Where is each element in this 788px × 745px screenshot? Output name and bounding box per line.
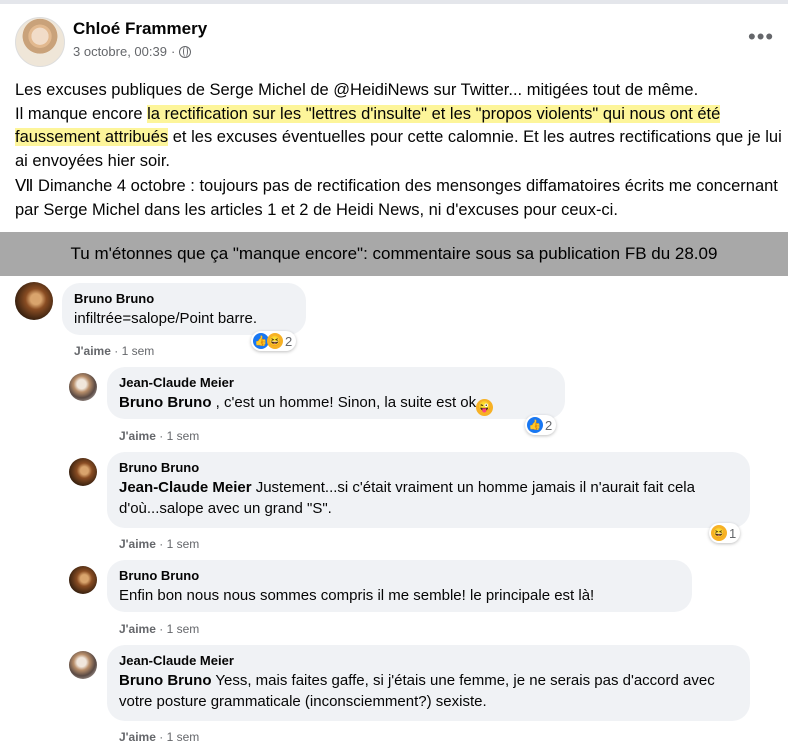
- meta-separator: ·: [170, 44, 176, 59]
- comment-bubble: Jean-Claude Meier Bruno Bruno , c'est un…: [107, 367, 565, 419]
- comment-actions: J'aime · 1 sem: [74, 344, 154, 358]
- reaction-count: 1: [729, 525, 737, 541]
- like-button[interactable]: J'aime: [119, 537, 156, 551]
- comment-actions: J'aime · 1 sem: [119, 730, 199, 744]
- comment-author[interactable]: Bruno Bruno: [119, 460, 738, 475]
- post-author-name[interactable]: Chloé Frammery: [73, 19, 207, 39]
- avatar[interactable]: [69, 566, 97, 594]
- reaction-count: 2: [545, 417, 553, 433]
- avatar[interactable]: [15, 282, 53, 320]
- like-button[interactable]: J'aime: [119, 429, 156, 443]
- comment-author[interactable]: Jean-Claude Meier: [119, 375, 553, 390]
- comment-time[interactable]: 1 sem: [122, 344, 155, 358]
- reaction-summary[interactable]: 👍 😆 2: [251, 331, 297, 351]
- haha-reaction-icon: 😆: [267, 333, 283, 349]
- reaction-count: 2: [285, 333, 293, 349]
- like-button[interactable]: J'aime: [119, 730, 156, 744]
- avatar[interactable]: [69, 373, 97, 401]
- wink-emoji-icon: 😜: [476, 399, 494, 416]
- comment-bubble: Bruno Bruno Enfin bon nous nous sommes c…: [107, 560, 692, 612]
- annotation-banner: Tu m'étonnes que ça "manque encore": com…: [0, 232, 788, 276]
- like-reaction-icon: 👍: [527, 417, 543, 433]
- mention[interactable]: Bruno Bruno: [119, 394, 211, 411]
- haha-reaction-icon: 😆: [711, 525, 727, 541]
- post-body: Les excuses publiques de Serge Michel de…: [15, 79, 785, 173]
- comment-actions: J'aime · 1 sem: [119, 429, 199, 443]
- dot-separator: ·: [159, 622, 164, 636]
- more-options-button[interactable]: •••: [748, 26, 774, 48]
- comment-text: Jean-Claude Meier Justement...si c'était…: [119, 477, 738, 519]
- post-paragraph-1b: Il manque encore: [15, 104, 148, 123]
- avatar[interactable]: [69, 651, 97, 679]
- like-button[interactable]: J'aime: [74, 344, 111, 358]
- comment-body: , c'est un homme! Sinon, la suite est ok: [211, 394, 477, 411]
- reaction-summary[interactable]: 😆 1: [709, 523, 741, 543]
- top-border: [0, 0, 788, 4]
- dot-separator: ·: [159, 730, 164, 744]
- comment-time[interactable]: 1 sem: [167, 537, 200, 551]
- mention[interactable]: Bruno Bruno: [119, 672, 211, 689]
- comment-text: infiltrée=salope/Point barre.: [74, 310, 258, 327]
- comment-time[interactable]: 1 sem: [167, 622, 200, 636]
- post-meta: 3 octobre, 00:39 ·: [73, 44, 192, 59]
- post-paragraph-1a: Les excuses publiques de Serge Michel de…: [15, 81, 699, 99]
- comment-actions: J'aime · 1 sem: [119, 622, 199, 636]
- reaction-summary[interactable]: 👍 2: [525, 415, 557, 435]
- comment-time[interactable]: 1 sem: [167, 730, 200, 744]
- post-paragraph-2: Ⅶ Dimanche 4 octobre : toujours pas de r…: [15, 177, 778, 219]
- comment-author[interactable]: Jean-Claude Meier: [119, 653, 738, 668]
- comment-author[interactable]: Bruno Bruno: [74, 291, 294, 306]
- post-date[interactable]: 3 octobre, 00:39: [73, 44, 167, 59]
- globe-icon: [179, 45, 192, 58]
- comment-actions: J'aime · 1 sem: [119, 537, 199, 551]
- comment-text: Bruno Bruno , c'est un homme! Sinon, la …: [119, 392, 553, 416]
- author-avatar[interactable]: [15, 17, 65, 67]
- mention[interactable]: Jean-Claude Meier: [119, 479, 252, 496]
- dot-separator: ·: [114, 344, 119, 358]
- comment-bubble: Bruno Bruno Jean-Claude Meier Justement.…: [107, 452, 750, 528]
- comment-bubble: Bruno Bruno infiltrée=salope/Point barre…: [62, 283, 306, 335]
- comment-bubble: Jean-Claude Meier Bruno Bruno Yess, mais…: [107, 645, 750, 721]
- comment-time[interactable]: 1 sem: [167, 429, 200, 443]
- comment-text: Bruno Bruno Yess, mais faites gaffe, si …: [119, 670, 738, 712]
- avatar[interactable]: [69, 458, 97, 486]
- dot-separator: ·: [159, 537, 164, 551]
- like-button[interactable]: J'aime: [119, 622, 156, 636]
- dot-separator: ·: [159, 429, 164, 443]
- comment-text: Enfin bon nous nous sommes compris il me…: [119, 587, 595, 604]
- comment-author[interactable]: Bruno Bruno: [119, 568, 680, 583]
